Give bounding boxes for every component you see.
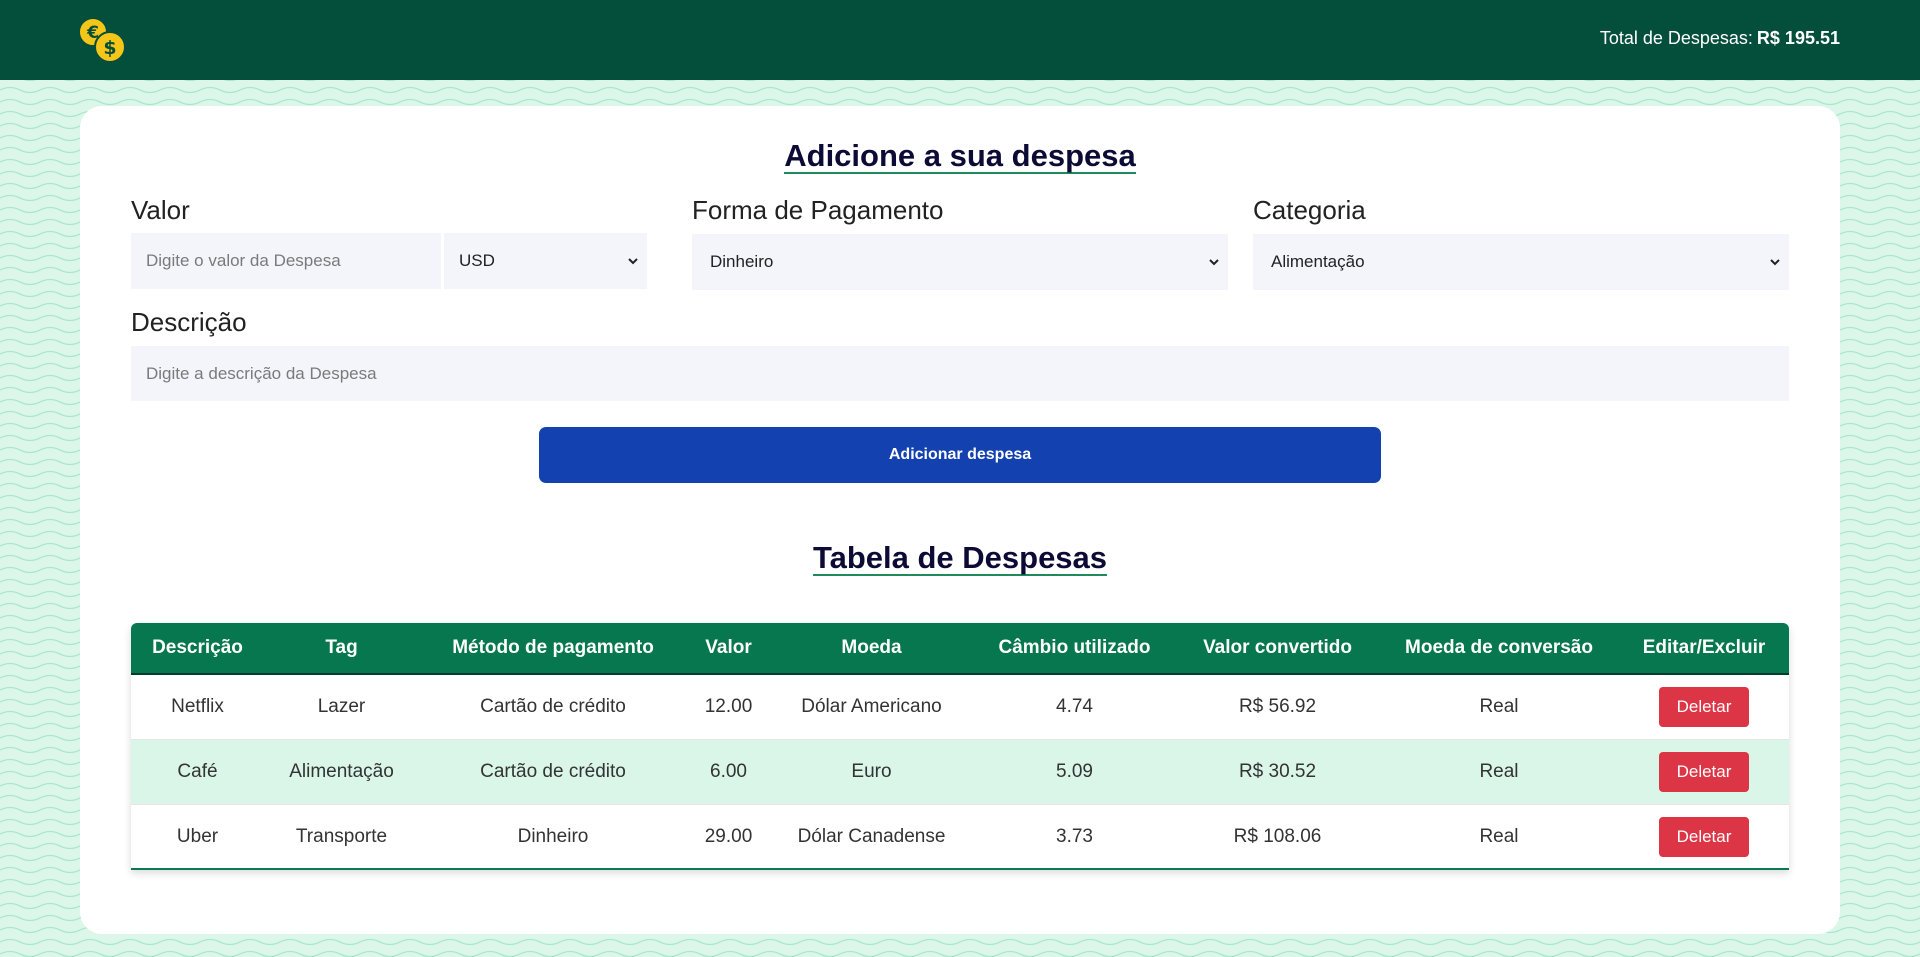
- table-row: Uber Transporte Dinheiro 29.00 Dólar Can…: [131, 805, 1789, 870]
- chevron-down-icon: [1770, 259, 1780, 266]
- column-header: Valor: [705, 637, 752, 658]
- payment-label: Forma de Pagamento: [692, 195, 944, 225]
- payment-select-value: Dinheiro: [710, 252, 774, 271]
- cell-moeda: Dólar Americano: [801, 696, 942, 717]
- cell-metodo: Cartão de crédito: [480, 761, 626, 782]
- cell-valor: 29.00: [704, 825, 753, 847]
- cell-metodo: Cartão de crédito: [480, 696, 626, 717]
- table-title: Tabela de Despesas: [812, 540, 1108, 576]
- column-header: Descrição: [152, 637, 243, 658]
- payment-select[interactable]: Dinheiro: [692, 234, 1228, 290]
- cell-actions: Deletar: [1619, 805, 1789, 868]
- column-header: Tag: [325, 637, 358, 658]
- cell-actions: Deletar: [1619, 740, 1789, 804]
- table-header-row: Descrição Tag Método de pagamento Valor …: [131, 623, 1789, 675]
- svg-text:$: $: [103, 37, 116, 59]
- cell-descricao: Netflix: [171, 696, 224, 717]
- currency-select[interactable]: USD: [444, 233, 647, 289]
- cell-cambio: 3.73: [1056, 825, 1093, 847]
- cell-convertido: R$ 108.06: [1233, 825, 1322, 847]
- cell-moeda-conversao: Real: [1479, 761, 1519, 782]
- category-label: Categoria: [1253, 195, 1366, 225]
- cell-moeda: Euro: [851, 761, 892, 782]
- cell-convertido: R$ 30.52: [1238, 761, 1317, 782]
- column-header: Editar/Excluir: [1642, 637, 1766, 658]
- delete-button[interactable]: Deletar: [1659, 752, 1749, 792]
- column-header: Câmbio utilizado: [998, 637, 1151, 658]
- cell-tag: Lazer: [317, 696, 366, 717]
- column-header: Moeda de conversão: [1405, 637, 1593, 658]
- cell-valor: 12.00: [704, 696, 753, 717]
- total-expenses-label: Total de Despesas:: [1599, 28, 1753, 48]
- cell-descricao: Café: [177, 761, 218, 782]
- column-header: Valor convertido: [1203, 637, 1352, 658]
- form-title: Adicione a sua despesa: [784, 138, 1136, 174]
- delete-button[interactable]: Deletar: [1659, 816, 1749, 857]
- valor-input[interactable]: Digite o valor da Despesa: [131, 233, 441, 289]
- cell-moeda-conversao: Real: [1479, 825, 1519, 847]
- cell-actions: Deletar: [1619, 675, 1789, 739]
- cell-convertido: R$ 56.92: [1238, 696, 1317, 717]
- delete-button[interactable]: Deletar: [1659, 687, 1749, 727]
- description-label: Descrição: [131, 307, 247, 337]
- cell-valor: 6.00: [710, 761, 747, 782]
- cell-moeda-conversao: Real: [1479, 696, 1519, 717]
- chevron-down-icon: [1209, 259, 1219, 266]
- valor-label: Valor: [131, 195, 190, 225]
- cell-tag: Transporte: [295, 825, 388, 847]
- coins-logo-icon: € $: [78, 17, 126, 63]
- add-expense-button[interactable]: Adicionar despesa: [539, 427, 1381, 483]
- cell-descricao: Uber: [176, 825, 219, 847]
- cell-cambio: 5.09: [1056, 761, 1093, 782]
- category-select-value: Alimentação: [1271, 252, 1365, 271]
- description-input[interactable]: Digite a descrição da Despesa: [131, 346, 1789, 401]
- category-select[interactable]: Alimentação: [1253, 234, 1789, 290]
- chevron-down-icon: [628, 258, 638, 265]
- total-expenses: Total de Despesas: R$ 195.51: [1600, 28, 1840, 49]
- cell-moeda: Dólar Canadense: [797, 825, 946, 847]
- column-header: Método de pagamento: [452, 637, 654, 658]
- top-bar: € $ Total de Despesas: R$ 195.51: [0, 0, 1920, 80]
- total-expenses-value: R$ 195.51: [1756, 28, 1840, 48]
- cell-metodo: Dinheiro: [517, 825, 589, 847]
- expenses-table: Descrição Tag Método de pagamento Valor …: [131, 623, 1789, 870]
- table-row: Netflix Lazer Cartão de crédito 12.00 Dó…: [131, 675, 1789, 740]
- table-row: Café Alimentação Cartão de crédito 6.00 …: [131, 740, 1789, 805]
- currency-select-value: USD: [459, 251, 495, 270]
- cell-cambio: 4.74: [1056, 696, 1093, 717]
- column-header: Moeda: [841, 637, 902, 658]
- main-card: Adicione a sua despesa Valor Digite o va…: [80, 106, 1840, 934]
- cell-tag: Alimentação: [289, 761, 394, 782]
